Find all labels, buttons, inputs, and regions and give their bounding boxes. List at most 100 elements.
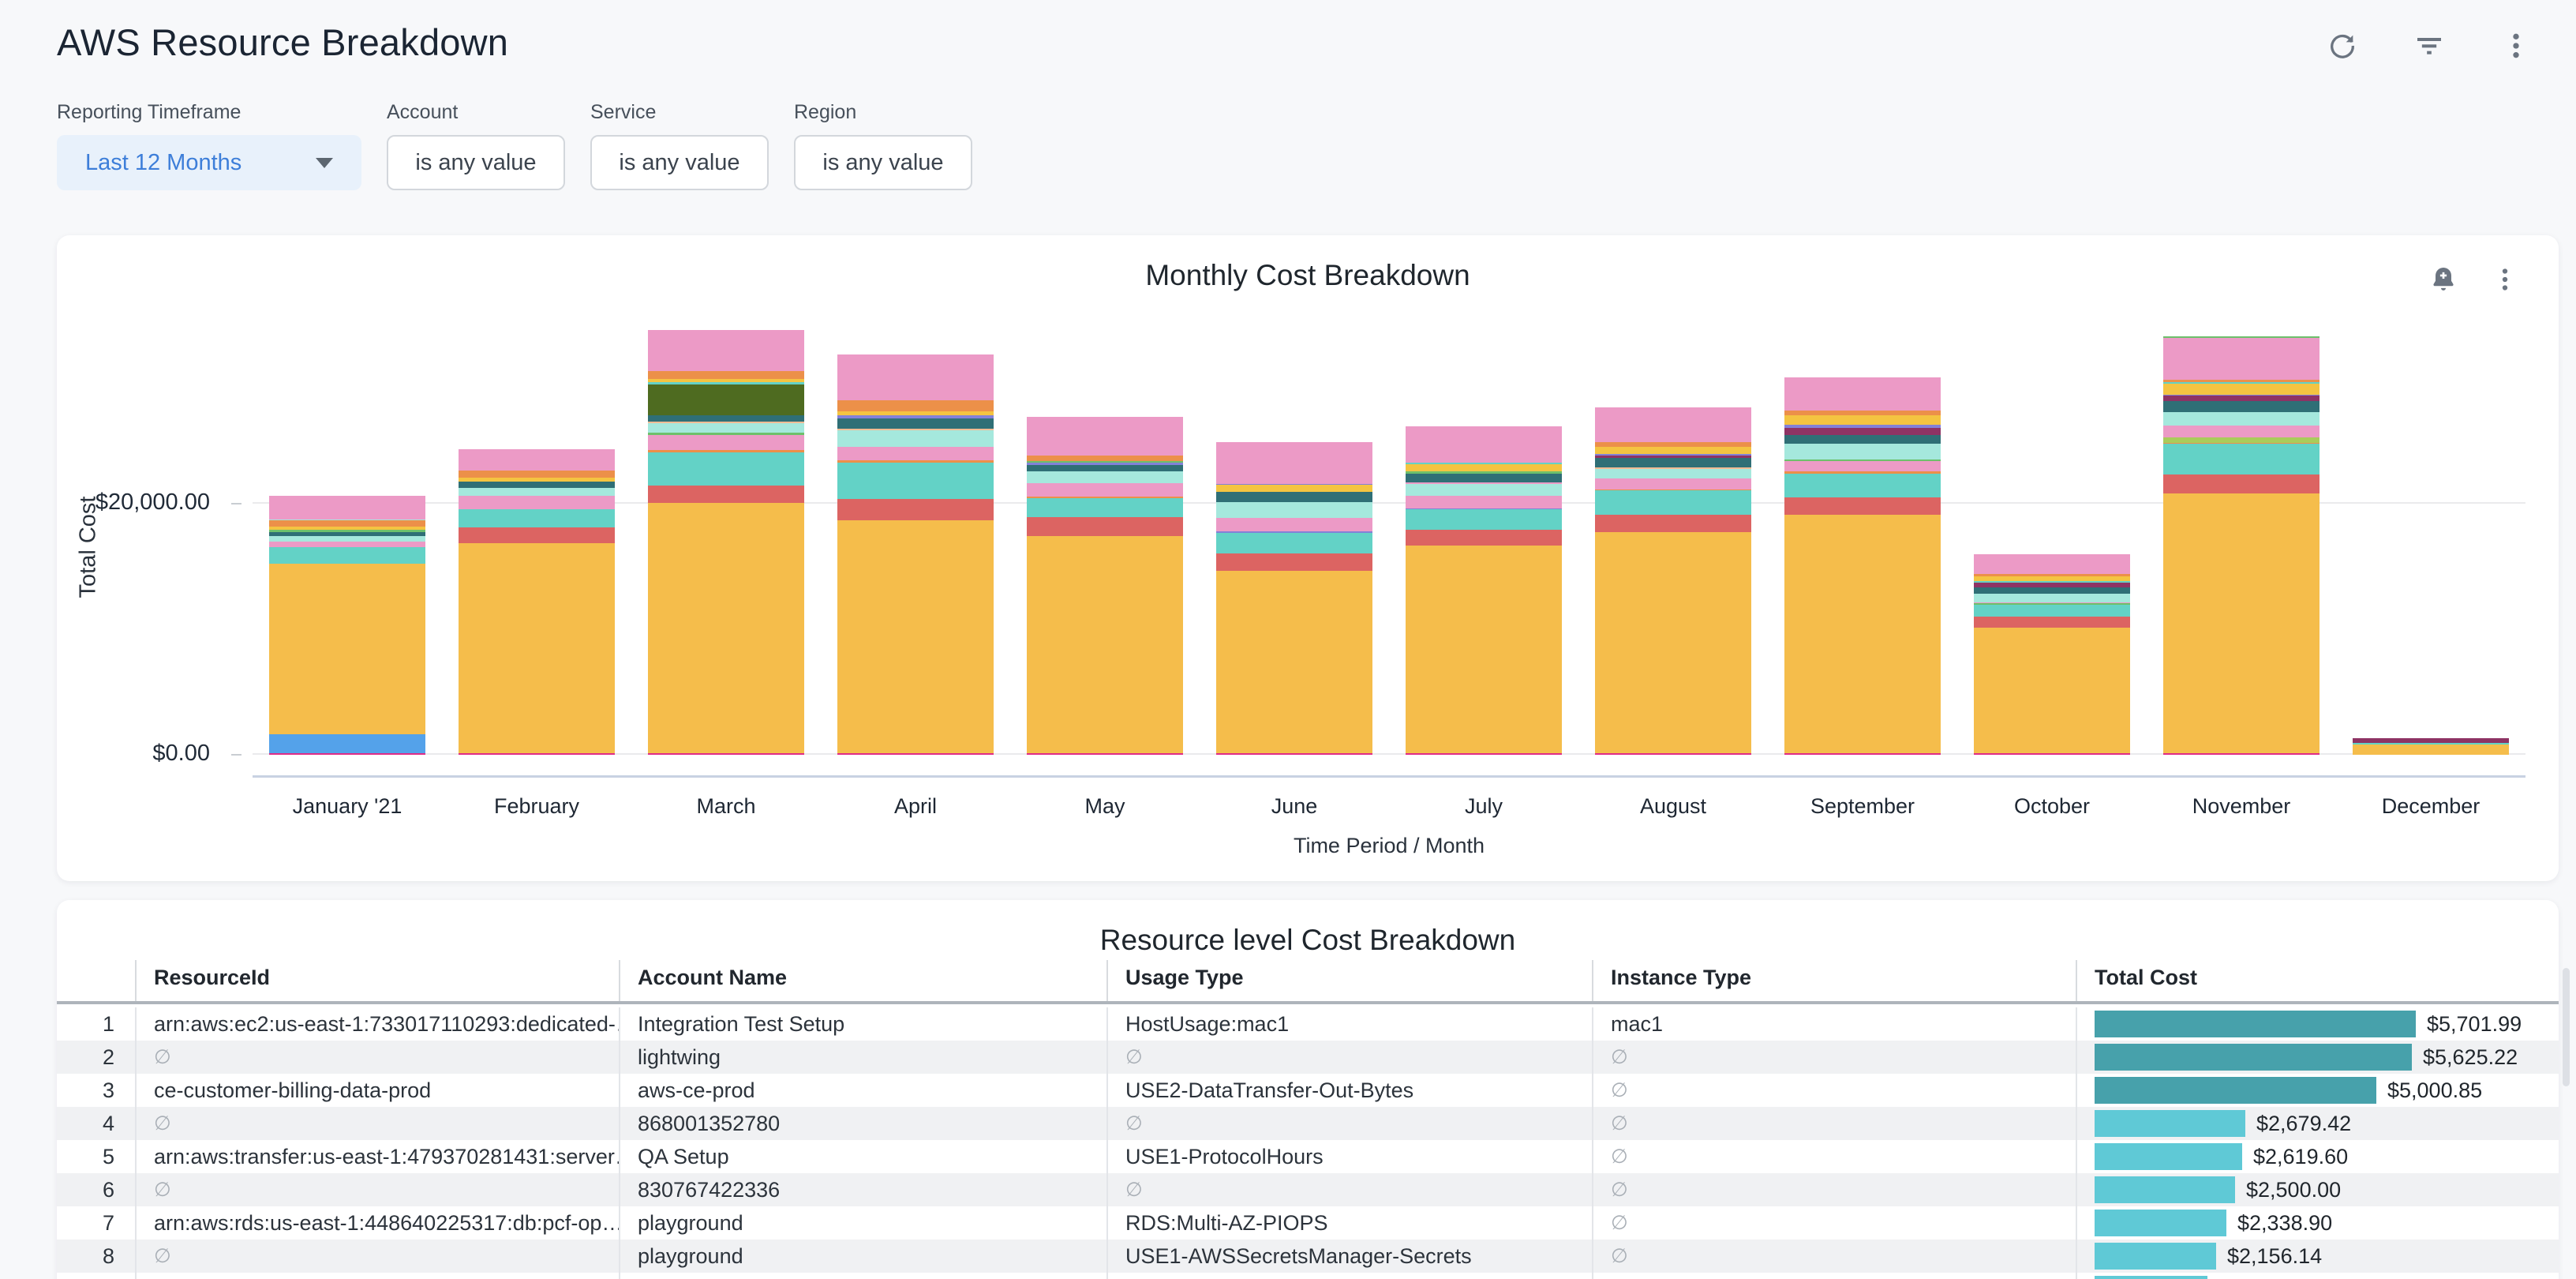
bar-segment-magenta[interactable] bbox=[1974, 753, 2130, 755]
bar-segment-red[interactable] bbox=[648, 486, 804, 504]
stacked-bar-may[interactable] bbox=[1027, 417, 1183, 755]
bar-segment-magenta[interactable] bbox=[1784, 753, 1941, 755]
stacked-bar-november[interactable] bbox=[2163, 336, 2320, 755]
stacked-bar-july[interactable] bbox=[1406, 426, 1562, 755]
bar-segment-lightcyan[interactable] bbox=[1216, 502, 1372, 518]
bar-segment-magenta[interactable] bbox=[648, 753, 804, 755]
column-header-account-name[interactable]: Account Name bbox=[619, 960, 1106, 1001]
alert-bell-plus-icon[interactable] bbox=[2426, 262, 2461, 297]
bar-segment-yellow[interactable] bbox=[1216, 485, 1372, 492]
bar-segment-pink[interactable] bbox=[837, 447, 994, 460]
bar-segment-maroon[interactable] bbox=[1784, 428, 1941, 435]
bar-segment-teal[interactable] bbox=[459, 509, 615, 527]
bar-segment-yellow[interactable] bbox=[1784, 415, 1941, 425]
region-filter-button[interactable]: is any value bbox=[794, 135, 972, 190]
bar-segment-red[interactable] bbox=[1974, 617, 2130, 628]
bar-segment-red[interactable] bbox=[1027, 517, 1183, 536]
bar-segment-darkteal[interactable] bbox=[1406, 474, 1562, 482]
bar-segment-amber[interactable] bbox=[269, 564, 425, 734]
column-header-instance-type[interactable]: Instance Type bbox=[1592, 960, 2076, 1001]
bar-segment-blue[interactable] bbox=[269, 734, 425, 753]
table-row[interactable]: 8∅playgroundUSE1-AWSSecretsManager-Secre… bbox=[57, 1240, 2559, 1273]
table-row[interactable]: 4∅868001352780∅∅$2,679.42 bbox=[57, 1107, 2559, 1140]
bar-segment-pink[interactable] bbox=[648, 330, 804, 371]
bar-segment-pink[interactable] bbox=[1784, 377, 1941, 411]
bar-segment-pink[interactable] bbox=[459, 449, 615, 471]
bar-segment-pink[interactable] bbox=[269, 496, 425, 519]
bar-segment-orange[interactable] bbox=[269, 520, 425, 527]
bar-segment-magenta[interactable] bbox=[1027, 753, 1183, 755]
bar-segment-teal[interactable] bbox=[1027, 498, 1183, 517]
account-filter-button[interactable]: is any value bbox=[387, 135, 565, 190]
bar-segment-pink[interactable] bbox=[1216, 518, 1372, 531]
bar-segment-pink[interactable] bbox=[1406, 426, 1562, 463]
table-row[interactable]: 3ce-customer-billing-data-prodaws-ce-pro… bbox=[57, 1074, 2559, 1107]
bar-segment-red[interactable] bbox=[1784, 497, 1941, 515]
bar-segment-darkteal[interactable] bbox=[2163, 401, 2320, 412]
stacked-bar-february[interactable] bbox=[459, 449, 615, 755]
bar-segment-yellow[interactable] bbox=[1406, 464, 1562, 472]
bar-segment-lightcyan[interactable] bbox=[1974, 594, 2130, 602]
bar-segment-pink[interactable] bbox=[837, 354, 994, 400]
stacked-bar-september[interactable] bbox=[1784, 377, 1941, 756]
bar-segment-red[interactable] bbox=[2163, 474, 2320, 493]
stacked-bar-december[interactable] bbox=[2353, 738, 2509, 755]
table-row[interactable]: 5arn:aws:transfer:us-east-1:479370281431… bbox=[57, 1140, 2559, 1173]
bar-segment-darkteal[interactable] bbox=[1595, 458, 1751, 467]
bar-segment-darkteal[interactable] bbox=[1216, 492, 1372, 503]
table-row[interactable] bbox=[57, 1273, 2559, 1279]
column-header-total-cost[interactable]: Total Cost bbox=[2076, 960, 2559, 1001]
bar-segment-pink[interactable] bbox=[1974, 554, 2130, 574]
table-row[interactable]: 1arn:aws:ec2:us-east-1:733017110293:dedi… bbox=[57, 1007, 2559, 1041]
bar-segment-amber[interactable] bbox=[1784, 515, 1941, 753]
bar-segment-red[interactable] bbox=[459, 527, 615, 543]
refresh-icon[interactable] bbox=[2325, 28, 2360, 63]
bar-segment-amber[interactable] bbox=[2353, 745, 2509, 756]
reporting-timeframe-dropdown[interactable]: Last 12 Months bbox=[57, 135, 361, 190]
column-header-resource-id[interactable]: ResourceId bbox=[135, 960, 619, 1001]
bar-segment-teal[interactable] bbox=[269, 547, 425, 564]
bar-segment-pink[interactable] bbox=[459, 496, 615, 510]
bar-segment-red[interactable] bbox=[1595, 515, 1751, 532]
bar-segment-lightcyan[interactable] bbox=[1406, 484, 1562, 495]
stacked-bar-january-21[interactable] bbox=[269, 496, 425, 756]
bar-segment-amber[interactable] bbox=[1216, 571, 1372, 753]
bar-segment-amber[interactable] bbox=[1595, 532, 1751, 753]
stacked-bar-march[interactable] bbox=[648, 330, 804, 755]
stacked-bar-august[interactable] bbox=[1595, 407, 1751, 755]
table-row[interactable]: 7arn:aws:rds:us-east-1:448640225317:db:p… bbox=[57, 1206, 2559, 1240]
bar-segment-teal[interactable] bbox=[1216, 533, 1372, 553]
table-row[interactable]: 6∅830767422336∅∅$2,500.00 bbox=[57, 1173, 2559, 1206]
bar-segment-teal[interactable] bbox=[837, 463, 994, 499]
bar-segment-pink[interactable] bbox=[1595, 478, 1751, 489]
bar-segment-magenta[interactable] bbox=[1595, 753, 1751, 755]
bar-segment-darkteal[interactable] bbox=[837, 418, 994, 429]
bar-segment-red[interactable] bbox=[837, 499, 994, 521]
bar-segment-darkteal[interactable] bbox=[459, 482, 615, 488]
bar-segment-amber[interactable] bbox=[648, 503, 804, 752]
vertical-scrollbar[interactable] bbox=[2563, 968, 2570, 1086]
bar-segment-red[interactable] bbox=[1216, 553, 1372, 571]
bar-segment-pink[interactable] bbox=[648, 435, 804, 450]
bar-segment-pink[interactable] bbox=[2163, 426, 2320, 437]
bar-segment-lightcyan[interactable] bbox=[1784, 444, 1941, 459]
bar-segment-teal[interactable] bbox=[1406, 509, 1562, 529]
bar-segment-pink[interactable] bbox=[1027, 483, 1183, 497]
bar-segment-amber[interactable] bbox=[837, 520, 994, 752]
bar-segment-amber[interactable] bbox=[1406, 546, 1562, 752]
column-header-usage-type[interactable]: Usage Type bbox=[1106, 960, 1592, 1001]
bar-segment-lightcyan[interactable] bbox=[648, 423, 804, 433]
bar-segment-pink[interactable] bbox=[1595, 407, 1751, 442]
bar-segment-darkteal[interactable] bbox=[1027, 465, 1183, 472]
bar-segment-lightcyan[interactable] bbox=[459, 488, 615, 496]
filter-icon[interactable] bbox=[2412, 28, 2447, 63]
bar-segment-pink[interactable] bbox=[1784, 461, 1941, 472]
bar-segment-olive[interactable] bbox=[648, 384, 804, 415]
bar-segment-orange[interactable] bbox=[648, 371, 804, 379]
bar-segment-magenta[interactable] bbox=[1406, 753, 1562, 755]
bar-segment-amber[interactable] bbox=[459, 543, 615, 753]
stacked-bar-june[interactable] bbox=[1216, 442, 1372, 755]
bar-segment-orange[interactable] bbox=[459, 471, 615, 478]
bar-segment-lightcyan[interactable] bbox=[1027, 471, 1183, 482]
bar-segment-pink[interactable] bbox=[1027, 417, 1183, 456]
